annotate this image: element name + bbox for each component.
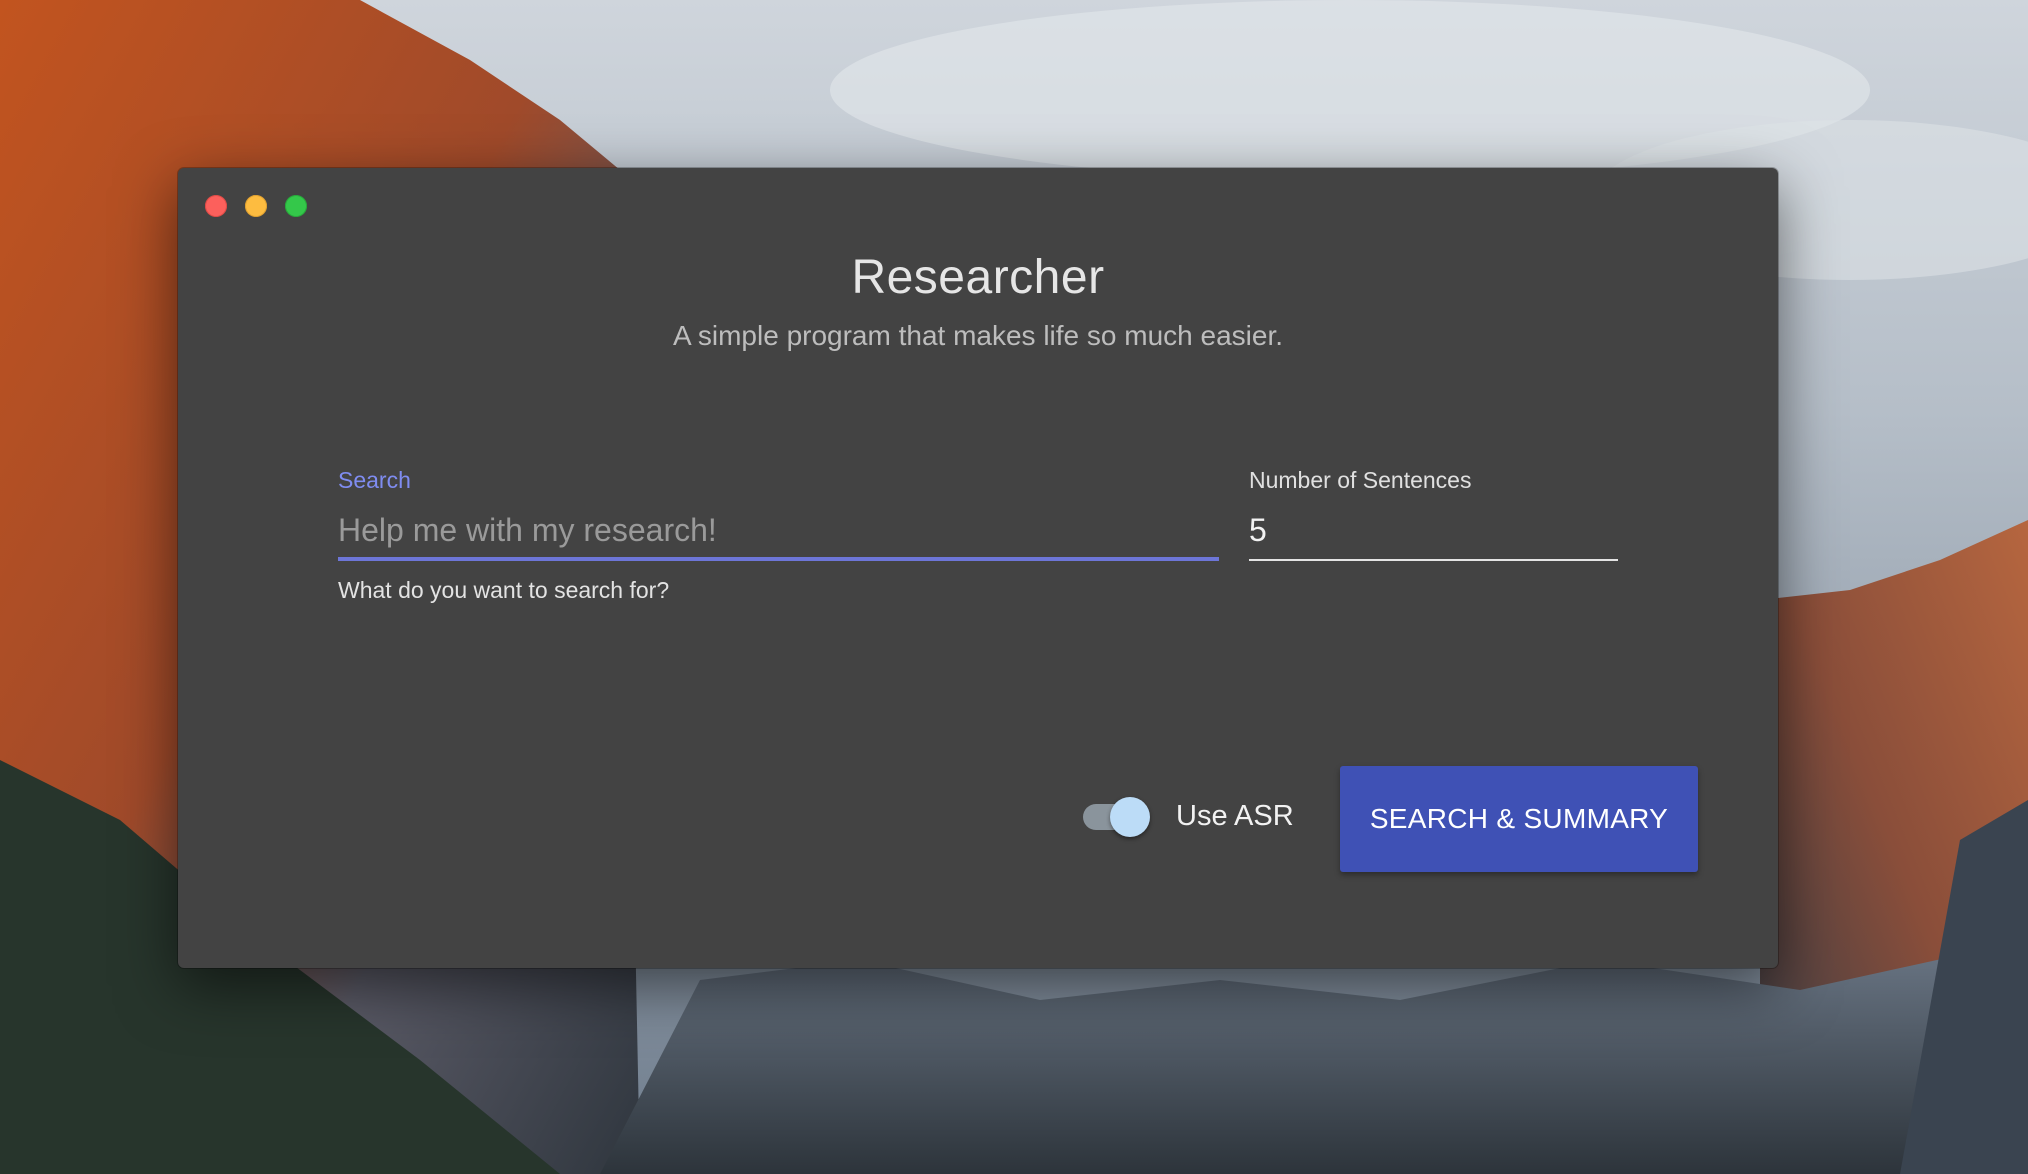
maximize-window-button[interactable] — [285, 195, 307, 217]
sentences-underline — [1249, 559, 1618, 561]
desktop: Researcher A simple program that makes l… — [0, 0, 2028, 1174]
app-title: Researcher — [851, 251, 1105, 304]
asr-toggle-thumb — [1110, 797, 1150, 837]
app-window: Researcher A simple program that makes l… — [178, 168, 1778, 968]
asr-toggle[interactable] — [1081, 796, 1153, 838]
search-input[interactable] — [338, 506, 1218, 554]
sentences-input[interactable] — [1249, 506, 1617, 554]
search-label: Search — [338, 467, 411, 493]
search-helper-text: What do you want to search for? — [338, 577, 670, 603]
search-summary-button[interactable]: SEARCH & SUMMARY — [1340, 766, 1698, 872]
search-underline — [338, 557, 1219, 561]
sentences-label: Number of Sentences — [1249, 467, 1472, 493]
asr-toggle-label: Use ASR — [1176, 800, 1294, 832]
app-subtitle: A simple program that makes life so much… — [672, 320, 1284, 351]
minimize-window-button[interactable] — [245, 195, 267, 217]
close-window-button[interactable] — [205, 195, 227, 217]
